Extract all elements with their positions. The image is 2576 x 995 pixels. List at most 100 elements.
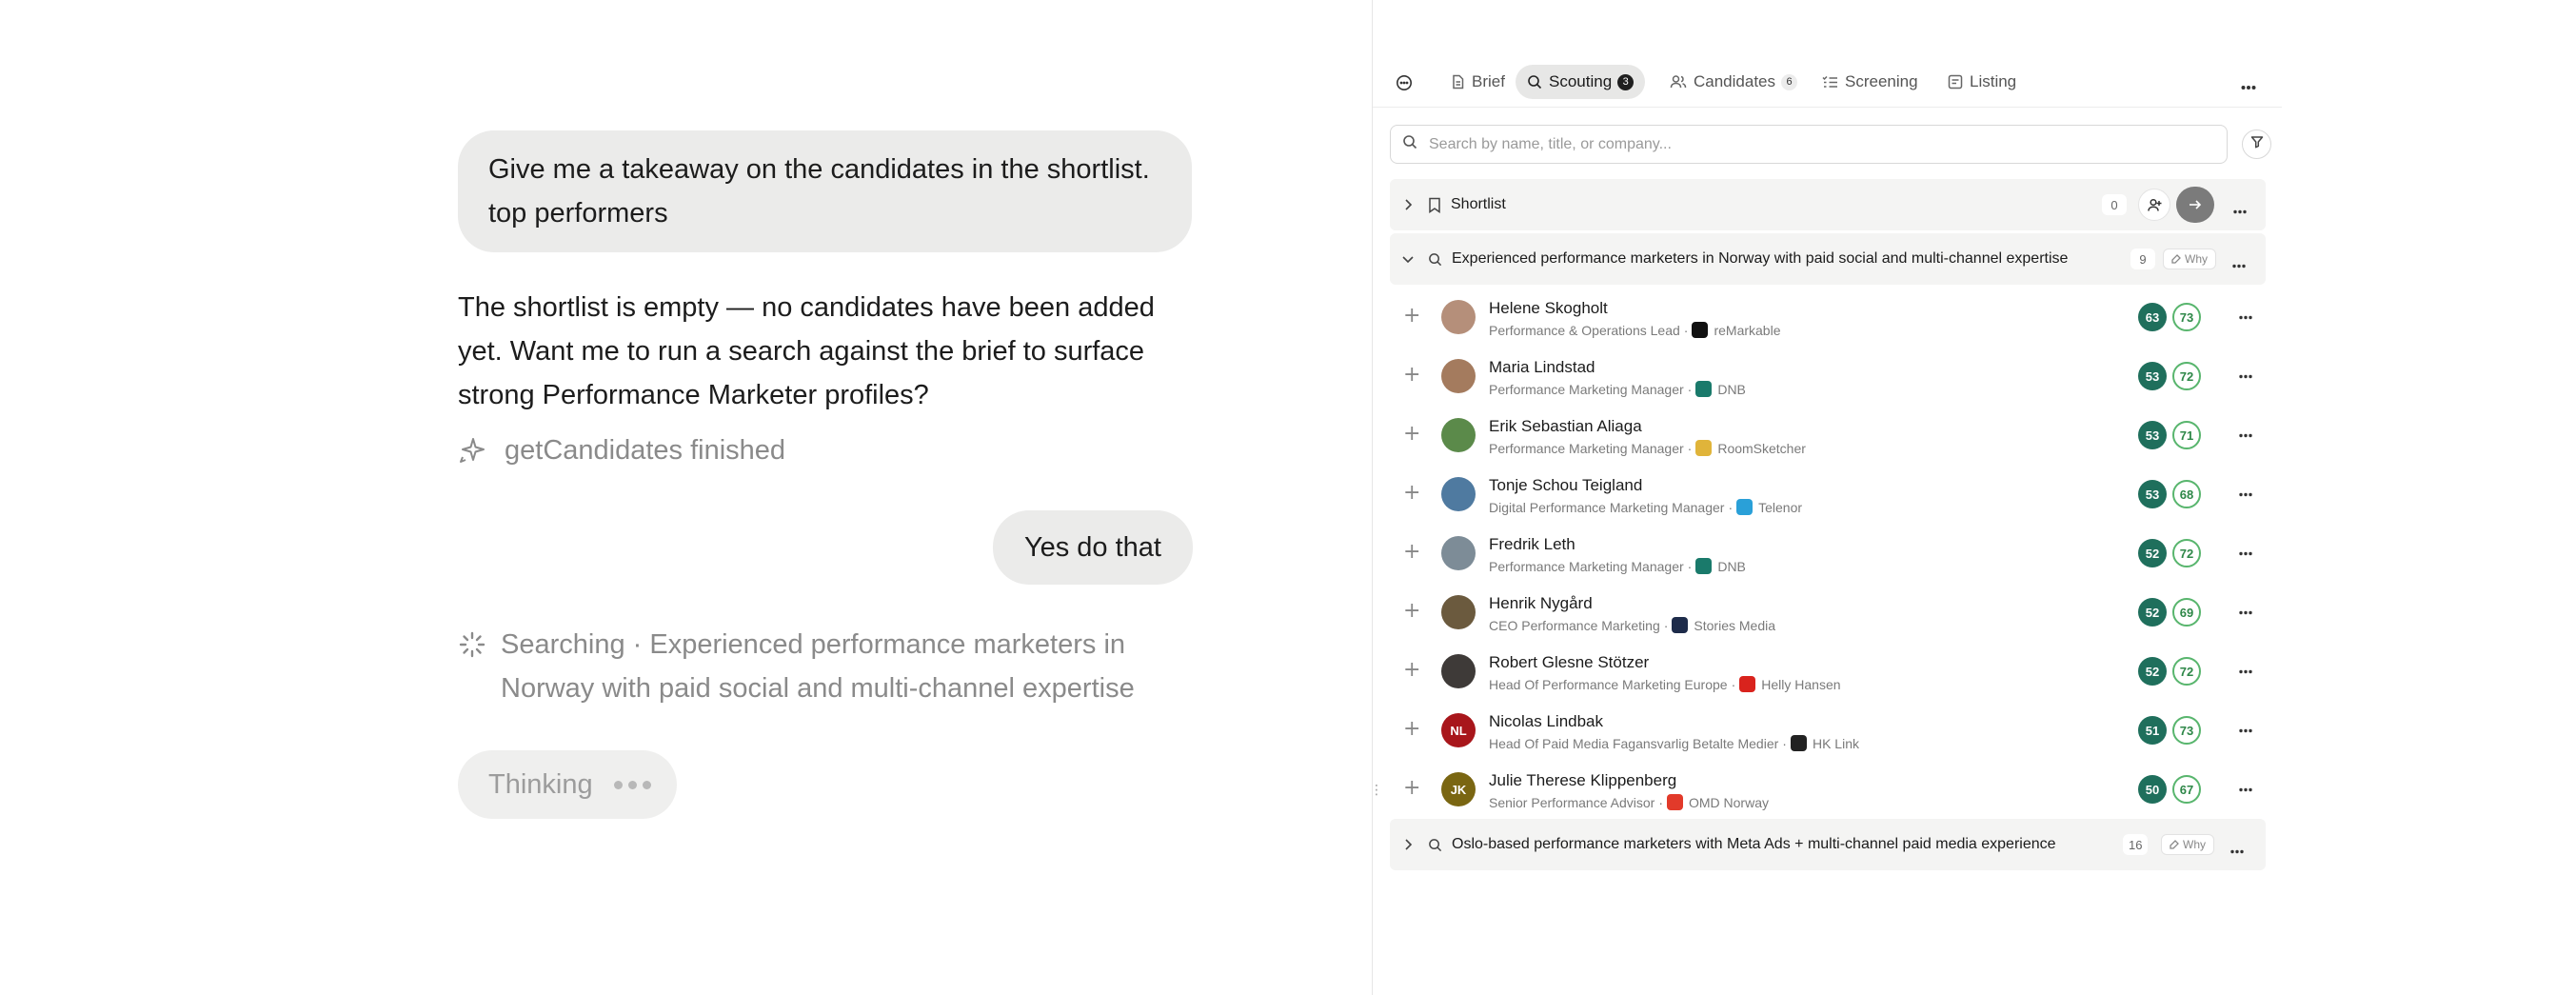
sparkle-icon	[458, 428, 490, 472]
more-options-icon[interactable]	[2239, 603, 2252, 620]
more-options-icon[interactable]	[2230, 842, 2244, 859]
tab-scouting[interactable]: Scouting 3	[1516, 65, 1646, 99]
candidate-name[interactable]: Robert Glesne Stötzer	[1489, 653, 1649, 672]
match-score-badge: 50	[2138, 775, 2167, 804]
avatar: JK	[1441, 772, 1476, 806]
bookmark-icon	[1428, 197, 1441, 213]
match-score-badge: 63	[2138, 303, 2167, 331]
scouting-panel: Brief Scouting 3 Candidates 6 Screening	[1373, 0, 2282, 995]
fit-score-badge: 71	[2172, 421, 2201, 449]
candidate-name[interactable]: Julie Therese Klippenberg	[1489, 771, 1676, 790]
search-group[interactable]: Oslo-based performance marketers with Me…	[1390, 819, 2266, 870]
candidate-name[interactable]: Henrik Nygård	[1489, 594, 1593, 613]
chevron-down-icon[interactable]	[1394, 254, 1422, 264]
candidate-name[interactable]: Erik Sebastian Aliaga	[1489, 417, 1642, 436]
add-candidate-icon[interactable]: +	[1403, 305, 1420, 328]
tab-listing[interactable]: Listing	[1936, 65, 2028, 99]
company-logo-icon	[1790, 735, 1807, 751]
assistant-message: The shortlist is empty — no candidates h…	[458, 292, 1155, 410]
more-options-icon[interactable]	[2241, 78, 2256, 95]
search-icon	[1402, 134, 1417, 154]
user-message: Yes do that	[992, 510, 1193, 585]
candidate-name[interactable]: Helene Skogholt	[1489, 299, 1608, 318]
more-options-icon[interactable]	[2239, 721, 2252, 738]
match-score-badge: 52	[2138, 598, 2167, 627]
why-label: Why	[2183, 838, 2206, 851]
avatar	[1441, 477, 1476, 511]
separator: ·	[1663, 617, 1669, 633]
more-options-icon[interactable]	[2239, 544, 2252, 561]
shortlist-group[interactable]: Shortlist 0	[1390, 179, 2266, 230]
candidate-row[interactable]: + Tonje Schou Teigland Digital Performan…	[1390, 465, 2266, 524]
candidate-row[interactable]: + JK Julie Therese Klippenberg Senior Pe…	[1390, 760, 2266, 819]
filter-button[interactable]	[2242, 129, 2271, 159]
open-shortlist-button[interactable]	[2176, 187, 2214, 223]
more-options-icon[interactable]	[2239, 662, 2252, 679]
add-candidate-icon[interactable]: +	[1403, 600, 1420, 623]
tab-brief[interactable]: Brief	[1439, 65, 1516, 99]
add-candidate-icon[interactable]: +	[1403, 423, 1420, 446]
candidate-title: Head Of Performance Marketing Europe	[1489, 676, 1728, 692]
candidate-row[interactable]: + NL Nicolas Lindbak Head Of Paid Media …	[1390, 701, 2266, 760]
search-input[interactable]	[1429, 135, 2209, 153]
candidate-name[interactable]: Tonje Schou Teigland	[1489, 476, 1642, 495]
candidate-name[interactable]: Nicolas Lindbak	[1489, 712, 1603, 731]
candidate-row[interactable]: + Erik Sebastian Aliaga Performance Mark…	[1390, 406, 2266, 465]
company-name: DNB	[1717, 558, 1746, 574]
tool-status-finished: getCandidates finished	[458, 428, 785, 472]
separator: ·	[1782, 735, 1787, 751]
chevron-right-icon[interactable]	[1394, 838, 1422, 851]
separator: ·	[1687, 440, 1693, 456]
why-button[interactable]: Why	[2163, 249, 2216, 269]
tab-label: Scouting	[1549, 72, 1613, 90]
more-options-icon[interactable]	[2233, 202, 2247, 219]
add-candidate-icon[interactable]: +	[1403, 718, 1420, 741]
add-candidate-icon[interactable]: +	[1403, 659, 1420, 682]
avatar	[1441, 595, 1476, 629]
avatar	[1441, 654, 1476, 688]
tab-screening[interactable]: Screening	[1811, 65, 1930, 99]
fit-score-badge: 72	[2172, 362, 2201, 390]
more-options-icon[interactable]	[2239, 367, 2252, 384]
fit-score-badge: 73	[2172, 303, 2201, 331]
add-candidate-icon[interactable]: +	[1403, 364, 1420, 387]
candidate-title: Performance & Operations Lead	[1489, 322, 1680, 338]
candidate-subtitle: Performance Marketing Manager · DNB	[1489, 558, 1746, 574]
group-count: 0	[2102, 194, 2127, 215]
add-candidate-icon[interactable]: +	[1403, 777, 1420, 800]
candidate-row[interactable]: + Helene Skogholt Performance & Operatio…	[1390, 288, 2266, 347]
add-candidate-icon[interactable]: +	[1403, 541, 1420, 564]
candidate-row[interactable]: + Fredrik Leth Performance Marketing Man…	[1390, 524, 2266, 583]
fit-score-badge: 72	[2172, 539, 2201, 567]
tab-candidates[interactable]: Candidates 6	[1658, 65, 1809, 99]
candidate-subtitle: Digital Performance Marketing Manager · …	[1489, 499, 1802, 515]
candidate-row[interactable]: + Maria Lindstad Performance Marketing M…	[1390, 347, 2266, 406]
company-logo-icon	[1695, 440, 1713, 456]
avatar	[1441, 536, 1476, 570]
more-options-icon[interactable]	[2232, 256, 2246, 273]
why-button[interactable]: Why	[2161, 834, 2214, 855]
candidate-row[interactable]: + Henrik Nygård CEO Performance Marketin…	[1390, 583, 2266, 642]
chat-bubble-icon[interactable]	[1396, 74, 1413, 96]
more-options-icon[interactable]	[2239, 426, 2252, 443]
company-name: DNB	[1717, 381, 1746, 397]
add-candidate-icon[interactable]: +	[1403, 482, 1420, 505]
candidate-name[interactable]: Fredrik Leth	[1489, 535, 1575, 554]
candidate-title: Senior Performance Advisor	[1489, 794, 1655, 810]
group-label: Oslo-based performance marketers with Me…	[1452, 836, 2056, 852]
separator: ·	[1728, 499, 1734, 515]
search-group[interactable]: Experienced performance marketers in Nor…	[1390, 233, 2266, 285]
add-person-button[interactable]	[2138, 189, 2170, 221]
avatar	[1441, 300, 1476, 334]
candidate-name[interactable]: Maria Lindstad	[1489, 358, 1595, 377]
match-score-badge: 53	[2138, 421, 2167, 449]
more-options-icon[interactable]	[2239, 308, 2252, 325]
tab-label: Listing	[1970, 72, 2017, 90]
separator: ·	[1658, 794, 1663, 810]
avatar: NL	[1441, 713, 1476, 747]
candidate-row[interactable]: + Robert Glesne Stötzer Head Of Performa…	[1390, 642, 2266, 701]
more-options-icon[interactable]	[2239, 485, 2252, 502]
more-options-icon[interactable]	[2239, 780, 2252, 797]
fit-score-badge: 69	[2172, 598, 2201, 627]
chevron-right-icon[interactable]	[1394, 198, 1422, 211]
